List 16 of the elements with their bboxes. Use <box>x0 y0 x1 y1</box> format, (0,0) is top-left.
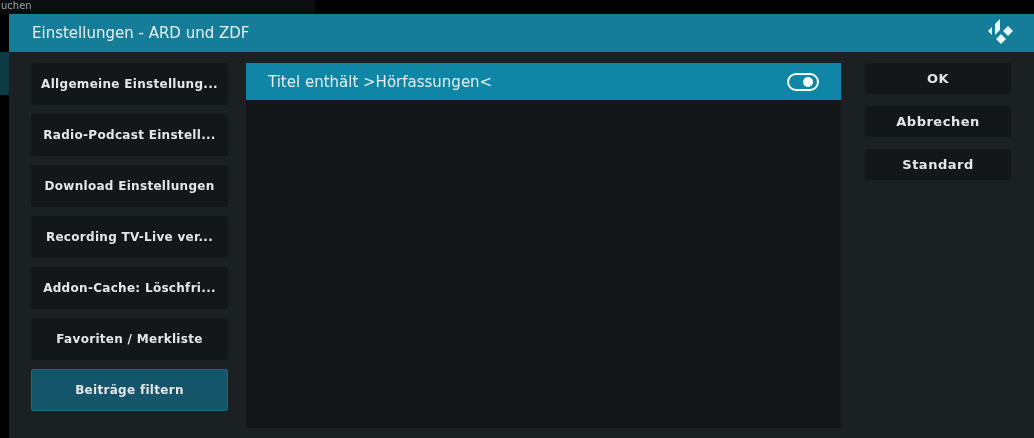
category-button[interactable]: Radio-Podcast Einstell... <box>31 114 228 156</box>
category-button[interactable]: Allgemeine Einstellung... <box>31 63 228 105</box>
window-title: Einstellungen - ARD und ZDF <box>32 24 250 42</box>
category-button[interactable]: Favoriten / Merkliste <box>31 318 228 360</box>
setting-label: Titel enthält >Hörfassungen< <box>268 72 493 91</box>
category-button[interactable]: Recording TV-Live ver... <box>31 216 228 258</box>
dialog-button[interactable]: Abbrechen <box>865 106 1011 137</box>
logo-icon <box>986 19 1016 47</box>
dialog-button[interactable]: OK <box>865 63 1011 94</box>
search-label: uchen <box>1 0 32 12</box>
dialog-button[interactable]: Standard <box>865 149 1011 180</box>
setting-row[interactable]: Titel enthält >Hörfassungen< <box>246 63 841 100</box>
category-button[interactable]: Download Einstellungen <box>31 165 228 207</box>
toggle-switch[interactable] <box>787 72 819 91</box>
category-button[interactable]: Beiträge filtern <box>31 369 228 411</box>
category-button[interactable]: Addon-Cache: Löschfri... <box>31 267 228 309</box>
